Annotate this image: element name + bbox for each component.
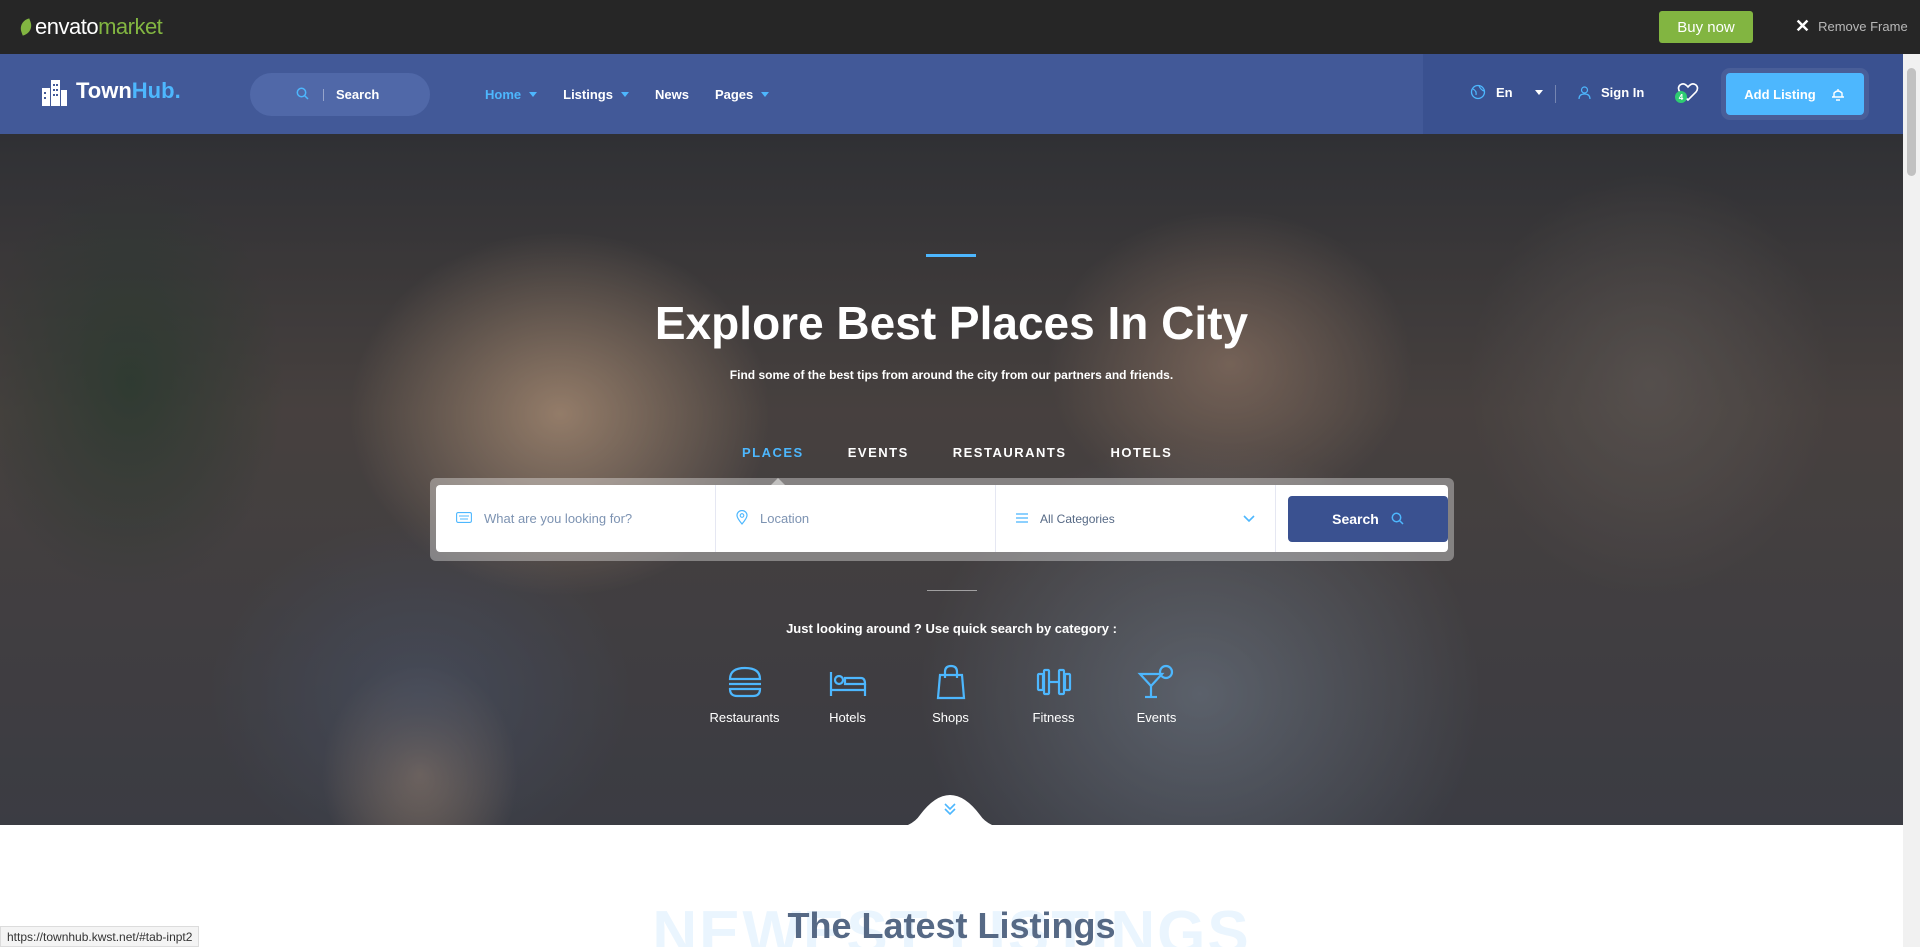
leaf-icon xyxy=(17,18,35,36)
header-search-button[interactable]: Search xyxy=(250,73,430,116)
tab-hotels[interactable]: HOTELS xyxy=(1111,445,1173,460)
hero-divider xyxy=(927,590,977,591)
category-shops[interactable]: Shops xyxy=(903,664,998,725)
close-icon: ✕ xyxy=(1795,16,1811,36)
status-bar-url: https://townhub.kwst.net/#tab-inpt2 xyxy=(0,926,200,947)
search-icon xyxy=(1391,512,1404,525)
envato-bar: envato market Buy now ✕ Remove Frame xyxy=(0,0,1920,54)
envato-logo[interactable]: envato market xyxy=(17,14,163,40)
search-icon xyxy=(296,87,309,103)
category-label: Fitness xyxy=(1032,710,1075,725)
envato-logo-text: envato xyxy=(35,14,99,39)
category-label: Events xyxy=(1136,710,1177,725)
user-icon xyxy=(1578,85,1591,99)
logo-text: TownHub. xyxy=(76,78,181,103)
header-divider xyxy=(1555,85,1556,103)
add-listing-icon xyxy=(1831,89,1844,101)
nav-item-listings[interactable]: Listings xyxy=(563,87,629,102)
nav-item-pages[interactable]: Pages xyxy=(715,87,770,102)
search-tabs: PLACES EVENTS RESTAURANTS HOTELS xyxy=(742,445,1216,460)
header-search-label: Search xyxy=(336,87,380,102)
remove-frame-button[interactable]: ✕ Remove Frame xyxy=(1795,17,1908,35)
keyword-field[interactable]: What are you looking for? xyxy=(436,485,716,552)
burger-icon xyxy=(728,666,761,698)
language-switcher[interactable]: En xyxy=(1470,84,1543,100)
search-box: What are you looking for? Location All C… xyxy=(436,485,1448,552)
category-fitness[interactable]: Fitness xyxy=(1006,664,1101,725)
location-field[interactable]: Location xyxy=(716,485,996,552)
tab-events[interactable]: EVENTS xyxy=(848,445,909,460)
caret-down-icon xyxy=(620,92,629,97)
search-button-label: Search xyxy=(1332,510,1379,527)
location-placeholder: Location xyxy=(760,511,810,526)
wishlist-count-badge: 4 xyxy=(1675,91,1687,103)
category-hotels[interactable]: Hotels xyxy=(800,664,895,725)
category-restaurants[interactable]: Restaurants xyxy=(697,664,792,725)
section-title: The Latest Listings xyxy=(787,905,1116,946)
nav-item-home[interactable]: Home xyxy=(485,87,538,102)
list-icon xyxy=(1016,512,1028,526)
city-buildings-icon xyxy=(42,80,67,106)
sign-in-link[interactable]: Sign In xyxy=(1578,85,1644,100)
scroll-down-button[interactable] xyxy=(880,790,1020,825)
sign-in-label: Sign In xyxy=(1601,85,1645,100)
page-scrollbar[interactable] xyxy=(1903,54,1920,947)
tab-places[interactable]: PLACES xyxy=(742,445,804,460)
language-label: En xyxy=(1496,84,1513,100)
add-listing-button[interactable]: Add Listing xyxy=(1726,73,1864,115)
category-selected-label: All Categories xyxy=(1040,511,1115,526)
shopping-bag-icon xyxy=(936,664,965,700)
hero-section: Explore Best Places In City Find some of… xyxy=(0,134,1903,825)
main-nav: Home Listings News Pages xyxy=(485,87,770,102)
keyword-placeholder: What are you looking for? xyxy=(484,511,633,526)
category-events[interactable]: Events xyxy=(1109,664,1204,725)
caret-down-icon xyxy=(1534,89,1543,95)
search-button[interactable]: Search xyxy=(1288,495,1448,542)
chevron-down-icon xyxy=(1243,512,1255,526)
globe-icon xyxy=(1470,84,1486,100)
hero-accent-line xyxy=(926,254,976,257)
add-listing-label: Add Listing xyxy=(1744,86,1816,102)
hero-subtitle: Find some of the best tips from around t… xyxy=(729,368,1174,382)
category-label: Hotels xyxy=(829,710,866,725)
category-label: Shops xyxy=(932,710,969,725)
buy-now-button[interactable]: Buy now xyxy=(1659,11,1753,43)
tab-restaurants[interactable]: RESTAURANTS xyxy=(953,445,1067,460)
cocktail-icon xyxy=(1136,664,1173,699)
map-pin-icon xyxy=(736,509,748,528)
dumbbell-icon xyxy=(1036,668,1071,696)
nav-item-news[interactable]: News xyxy=(655,87,689,102)
remove-frame-label: Remove Frame xyxy=(1818,18,1908,34)
category-select[interactable]: All Categories xyxy=(996,485,1276,552)
caret-down-icon xyxy=(761,92,770,97)
quick-search-text: Just looking around ? Use quick search b… xyxy=(786,621,1117,636)
bed-icon xyxy=(829,672,866,696)
hero-title: Explore Best Places In City xyxy=(654,297,1249,349)
keyboard-icon xyxy=(456,511,472,526)
search-separator xyxy=(323,88,324,101)
scrollbar-thumb[interactable] xyxy=(1907,68,1916,176)
townhub-logo[interactable]: TownHub. xyxy=(40,76,181,106)
site-header: TownHub. Search Home Listings News Pages… xyxy=(0,54,1903,134)
caret-down-icon xyxy=(529,92,538,97)
envato-logo-market: market xyxy=(98,14,163,39)
category-label: Restaurants xyxy=(709,710,780,725)
quick-categories: Restaurants Hotels Shops Fitness Events xyxy=(697,664,1212,725)
